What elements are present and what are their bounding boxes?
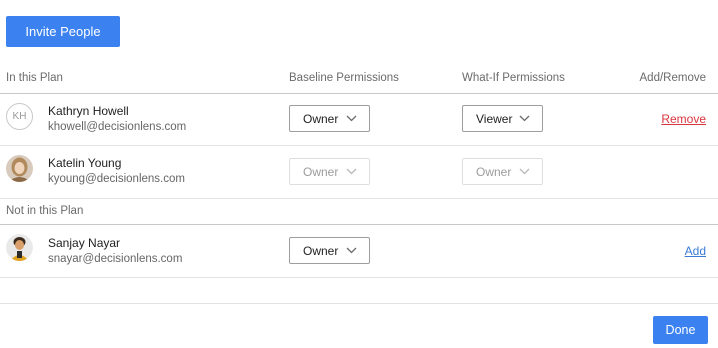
avatar: KH [6,103,33,130]
invite-people-button[interactable]: Invite People [6,16,120,47]
baseline-permission-select: Owner [289,158,370,185]
baseline-permission-select[interactable]: Owner [289,105,370,132]
done-button[interactable]: Done [653,316,708,344]
not-in-plan-label: Not in this Plan [6,205,84,217]
chevron-down-icon [346,115,357,122]
table-row: Sanjay Nayar snayar@decisionlens.com Own… [0,225,718,277]
column-header-baseline: Baseline Permissions [289,72,399,84]
member-email: kyoung@decisionlens.com [48,173,185,185]
footer-divider [0,303,718,304]
column-header-plan: In this Plan [6,72,63,84]
select-value: Viewer [476,111,513,126]
chevron-down-icon [519,115,530,122]
member-name: Katelin Young [48,156,122,170]
table-row: Katelin Young kyoung@decisionlens.com Ow… [0,146,718,198]
chevron-down-icon [519,168,530,175]
table-row: KH Kathryn Howell khowell@decisionlens.c… [0,94,718,146]
whatif-permission-select: Owner [462,158,543,185]
member-email: khowell@decisionlens.com [48,121,187,133]
row-divider [0,198,718,199]
select-value: Owner [303,111,339,126]
remove-link[interactable]: Remove [661,112,706,126]
chevron-down-icon [346,168,357,175]
column-header-whatif: What-If Permissions [462,72,565,84]
select-value: Owner [476,164,512,179]
member-name: Kathryn Howell [48,104,129,118]
column-header-addremove: Add/Remove [639,72,706,84]
avatar [6,234,33,261]
select-value: Owner [303,243,339,258]
baseline-permission-select[interactable]: Owner [289,237,370,264]
row-divider [0,277,718,278]
chevron-down-icon [346,247,357,254]
select-value: Owner [303,164,339,179]
whatif-permission-select[interactable]: Viewer [462,105,543,132]
member-name: Sanjay Nayar [48,236,121,250]
member-email: snayar@decisionlens.com [48,253,183,265]
add-link[interactable]: Add [685,244,706,258]
avatar [6,155,33,182]
